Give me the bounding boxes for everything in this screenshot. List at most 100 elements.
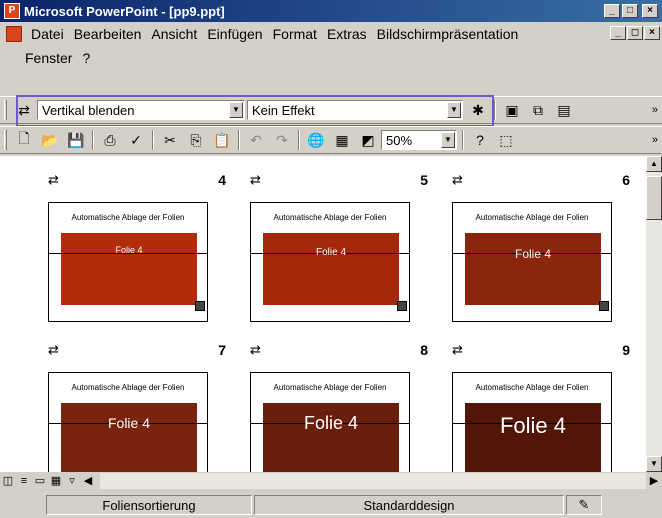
effect-select[interactable]: Kein Effekt ▼ xyxy=(247,100,463,120)
scroll-down-icon[interactable]: ▼ xyxy=(646,456,662,472)
chevron-down-icon[interactable]: ▼ xyxy=(229,102,243,118)
redo-icon[interactable]: ↷ xyxy=(271,129,293,151)
slide-slot[interactable]: ⇄ 9 Automatische Ablage der Folien Folie… xyxy=(452,342,640,472)
toolbar-more-icon[interactable]: » xyxy=(652,104,658,116)
toolbar-separator xyxy=(152,130,154,150)
status-design: Standarddesign xyxy=(254,495,564,515)
slide-view-icon[interactable]: ▭ xyxy=(32,473,48,489)
normal-view-icon[interactable]: ◫ xyxy=(0,473,16,489)
new-icon[interactable]: 🗋 xyxy=(13,129,35,151)
animation-icon[interactable]: ✱ xyxy=(467,99,489,121)
copy-icon[interactable]: ⎘ xyxy=(185,129,207,151)
slide-title: Automatische Ablage der Folien xyxy=(71,383,185,392)
slide-label: Folie 4 xyxy=(107,415,151,431)
doc-restore-button[interactable]: ◻ xyxy=(627,26,643,40)
transition-icon[interactable]: ⇄ xyxy=(250,342,261,358)
status-bar: Foliensortierung Standarddesign ✎ xyxy=(0,492,662,518)
close-button[interactable]: × xyxy=(642,4,658,18)
slide-content-box xyxy=(61,233,197,305)
slide-thumbnail[interactable]: Automatische Ablage der Folien Folie 4 xyxy=(250,372,410,472)
slide-title: Automatische Ablage der Folien xyxy=(71,213,185,222)
menu-bearbeiten[interactable]: Bearbeiten xyxy=(69,26,147,42)
spelling-status-icon[interactable]: ✎ xyxy=(566,495,602,515)
scroll-left-icon[interactable]: ◀ xyxy=(80,473,96,489)
slide-thumbnail[interactable]: Automatische Ablage der Folien Folie 4 xyxy=(250,202,410,322)
scroll-thumb[interactable] xyxy=(646,176,662,220)
zoom-value: 50% xyxy=(386,132,413,148)
pdf-icon[interactable]: ⬚ xyxy=(495,129,517,151)
toolbar-grip[interactable] xyxy=(4,130,7,150)
menu-ansicht[interactable]: Ansicht xyxy=(146,26,202,42)
slide-title: Automatische Ablage der Folien xyxy=(273,383,387,392)
cut-icon[interactable]: ✂ xyxy=(159,129,181,151)
slide-slot[interactable]: ⇄ 6 Automatische Ablage der Folien Folie… xyxy=(452,172,640,352)
animation-icon xyxy=(599,301,609,311)
help-icon[interactable]: ? xyxy=(469,129,491,151)
tables-icon[interactable]: ▦ xyxy=(331,129,353,151)
transition-icon[interactable]: ⇄ xyxy=(452,342,463,358)
chevron-down-icon[interactable]: ▼ xyxy=(447,102,461,118)
horizontal-scrollbar[interactable] xyxy=(100,473,646,489)
slide-thumbnail[interactable]: Automatische Ablage der Folien Folie 4 xyxy=(48,372,208,472)
menu-help[interactable]: ? xyxy=(77,50,95,66)
save-icon[interactable]: 💾 xyxy=(65,129,87,151)
undo-icon[interactable]: ↶ xyxy=(245,129,267,151)
vertical-scrollbar[interactable]: ▲ ▼ xyxy=(646,156,662,472)
toolbar-more-icon[interactable]: » xyxy=(652,134,658,146)
status-view: Foliensortierung xyxy=(46,495,252,515)
maximize-button[interactable]: □ xyxy=(622,4,638,18)
menu-datei[interactable]: Datei xyxy=(26,26,69,42)
menu-bildschirmpraesentation[interactable]: Bildschirmpräsentation xyxy=(372,26,524,42)
transition-icon[interactable]: ⇄ xyxy=(452,172,463,188)
chevron-down-icon[interactable]: ▼ xyxy=(441,132,455,148)
rehearse-timings-icon[interactable]: ⧉ xyxy=(527,99,549,121)
scroll-up-icon[interactable]: ▲ xyxy=(646,156,662,172)
document-icon[interactable] xyxy=(6,26,22,42)
slide-title: Automatische Ablage der Folien xyxy=(475,213,589,222)
grayscale-icon[interactable]: ◩ xyxy=(357,129,379,151)
zoom-select[interactable]: 50% ▼ xyxy=(381,130,457,150)
slide-label: Folie 4 xyxy=(315,247,346,258)
animation-icon xyxy=(195,301,205,311)
hide-slide-icon[interactable]: ▣ xyxy=(501,99,523,121)
slide-thumbnail[interactable]: Automatische Ablage der Folien Folie 4 xyxy=(452,202,612,322)
outline-view-icon[interactable]: ≡ xyxy=(16,473,32,489)
slide-thumbnail[interactable]: Automatische Ablage der Folien Folie 4 xyxy=(48,202,208,322)
transition-select[interactable]: Vertikal blenden ▼ xyxy=(37,100,245,120)
slide-number: 6 xyxy=(622,172,630,188)
hyperlink-icon[interactable]: 🌐 xyxy=(305,129,327,151)
scroll-right-icon[interactable]: ▶ xyxy=(646,473,662,489)
menu-einfuegen[interactable]: Einfügen xyxy=(202,26,267,42)
toolbar-separator xyxy=(298,130,300,150)
slide-slot[interactable]: ⇄ 5 Automatische Ablage der Folien Folie… xyxy=(250,172,438,352)
paste-icon[interactable]: 📋 xyxy=(211,129,233,151)
open-icon[interactable]: 📂 xyxy=(39,129,61,151)
transition-icon[interactable]: ⇄ xyxy=(250,172,261,188)
transition-icon[interactable]: ⇄ xyxy=(13,99,35,121)
slide-thumbnail[interactable]: Automatische Ablage der Folien Folie 4 xyxy=(452,372,612,472)
doc-close-button[interactable]: × xyxy=(644,26,660,40)
transition-icon[interactable]: ⇄ xyxy=(48,342,59,358)
slideshow-icon[interactable]: ▿ xyxy=(64,473,80,489)
transition-icon[interactable]: ⇄ xyxy=(48,172,59,188)
animation-icon xyxy=(397,301,407,311)
slide-slot[interactable]: ⇄ 8 Automatische Ablage der Folien Folie… xyxy=(250,342,438,472)
slide-sorter-view-icon[interactable]: ▦ xyxy=(48,473,64,489)
minimize-button[interactable]: _ xyxy=(604,4,620,18)
spellcheck-icon[interactable]: ✓ xyxy=(125,129,147,151)
toolbar-separator xyxy=(462,130,464,150)
doc-minimize-button[interactable]: _ xyxy=(610,26,626,40)
powerpoint-icon[interactable]: P xyxy=(4,3,20,19)
print-icon[interactable]: ⎙ xyxy=(99,129,121,151)
menu-extras[interactable]: Extras xyxy=(322,26,372,42)
menu-format[interactable]: Format xyxy=(268,26,322,42)
menu-fenster[interactable]: Fenster xyxy=(20,50,77,66)
toolbar-grip[interactable] xyxy=(4,100,7,120)
slide-content-box xyxy=(465,233,601,305)
summary-slide-icon[interactable]: ▤ xyxy=(553,99,575,121)
title-bar: P Microsoft PowerPoint - [pp9.ppt] _ □ × xyxy=(0,0,662,22)
view-bar: ◫ ≡ ▭ ▦ ▿ ◀ ▶ xyxy=(0,472,662,490)
slide-slot[interactable]: ⇄ 7 Automatische Ablage der Folien Folie… xyxy=(48,342,236,472)
slide-slot[interactable]: ⇄ 4 Automatische Ablage der Folien Folie… xyxy=(48,172,236,352)
slide-label: Folie 4 xyxy=(514,247,552,261)
